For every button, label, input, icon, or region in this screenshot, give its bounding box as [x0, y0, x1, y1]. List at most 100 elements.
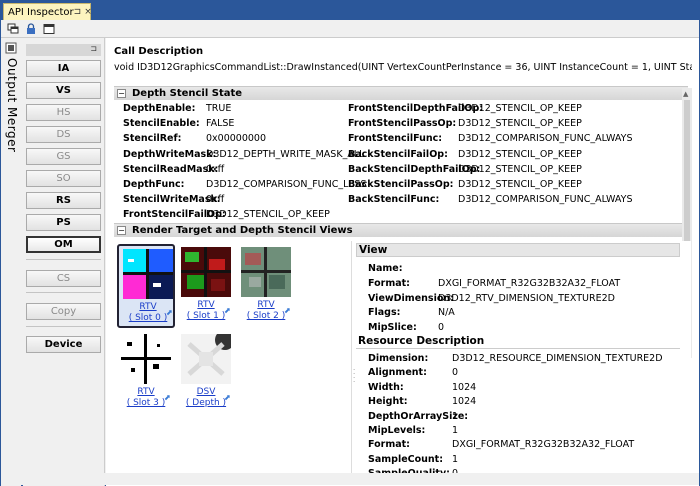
- stage-button-cs[interactable]: CS: [26, 270, 101, 287]
- close-icon[interactable]: ×: [84, 7, 92, 17]
- resource-field: Alignment: 0: [368, 367, 458, 378]
- depth-stencil-field: StencilRef: 0x00000000: [123, 133, 266, 144]
- sidebar-divider: [26, 292, 101, 293]
- depth-stencil-field: BackStencilPassOp: D3D12_STENCIL_OP_KEEP: [348, 179, 582, 190]
- depth-stencil-field: BackStencilFunc: D3D12_COMPARISON_FUNC_AL…: [348, 194, 633, 205]
- collapse-icon[interactable]: −: [117, 226, 126, 235]
- field-key: FrontStencilDepthFailOp:: [348, 103, 484, 114]
- field-value: D3D12_STENCIL_OP_KEEP: [458, 148, 582, 160]
- render-targets-section-header[interactable]: − Render Target and Depth Stencil Views: [114, 223, 688, 237]
- toolbar: [1, 20, 699, 38]
- stage-button-ds[interactable]: DS: [26, 126, 101, 143]
- view-section-title: View: [356, 243, 680, 257]
- depth-stencil-field: FrontStencilDepthFailOp:D3D12_STENCIL_OP…: [348, 103, 582, 114]
- render-target-preview[interactable]: [121, 334, 171, 384]
- stage-button-rs[interactable]: RS: [26, 192, 101, 209]
- render-target-thumbnails: RTV( Slot 0 ) ⬈ RTV( Slot 1 ) ⬈ RTV( Slot 2 …: [114, 241, 352, 483]
- depth-stencil-field: StencilWriteMask:0xff: [123, 194, 224, 205]
- field-value: 1024: [452, 381, 477, 393]
- link-icon[interactable]: ⬈: [164, 393, 171, 402]
- field-value: D3D12_STENCIL_OP_KEEP: [458, 163, 582, 175]
- call-description-title: Call Description: [114, 46, 204, 57]
- render-target-preview[interactable]: [181, 334, 231, 384]
- sidebar-divider: [26, 326, 101, 327]
- lock-icon[interactable]: [25, 22, 37, 35]
- window-icon[interactable]: [43, 23, 55, 35]
- link-icon[interactable]: ⬈: [166, 308, 173, 317]
- field-value: 0xff: [206, 194, 225, 206]
- stage-button-ps[interactable]: PS: [26, 214, 101, 231]
- link-icon[interactable]: ⬈: [224, 306, 231, 315]
- field-value: 1: [452, 410, 459, 422]
- link-icon[interactable]: ⬈: [284, 306, 291, 315]
- stage-button-copy[interactable]: Copy: [26, 303, 101, 320]
- field-value: D3D12_RTV_DIMENSION_TEXTURE2D: [438, 292, 615, 304]
- field-value: TRUE: [206, 103, 232, 114]
- depth-stencil-section-header[interactable]: − Depth Stencil State: [114, 86, 688, 100]
- resource-field: Width: 1024: [368, 382, 476, 393]
- render-target-preview[interactable]: [181, 247, 231, 297]
- view-field: Format: DXGI_FORMAT_R32G32B32A32_FLOAT: [368, 278, 620, 289]
- field-value: D3D12_COMPARISON_FUNC_ALWAYS: [458, 133, 633, 145]
- sidebar-divider: [26, 259, 101, 260]
- scroll-up-icon[interactable]: ▲: [683, 90, 688, 98]
- collapse-icon[interactable]: −: [117, 89, 126, 98]
- view-field: Name:: [368, 263, 438, 274]
- depth-stencil-field: StencilEnable: FALSE: [123, 118, 234, 129]
- thumbnail-rtv-0[interactable]: RTV( Slot 0 ) ⬈: [117, 244, 175, 328]
- depth-stencil-field: StencilReadMask:0xff: [123, 164, 224, 175]
- call-description-text: void ID3D12GraphicsCommandList::DrawInst…: [114, 62, 692, 73]
- stage-button-device[interactable]: Device: [26, 336, 101, 353]
- stage-button-gs[interactable]: GS: [26, 148, 101, 165]
- stage-button-so[interactable]: SO: [26, 170, 101, 187]
- field-key: BackStencilFailOp:: [348, 148, 448, 160]
- field-key: FrontStencilPassOp:: [348, 118, 457, 130]
- depth-stencil-field: DepthWriteMask:D3D12_DEPTH_WRITE_MASK_AL…: [123, 149, 364, 160]
- view-detail-panel: View Resource Description Name: Format: DX…: [356, 241, 691, 483]
- stage-button-hs[interactable]: HS: [26, 104, 101, 121]
- stage-button-ia[interactable]: IA: [26, 60, 101, 77]
- field-value: D3D12_COMPARISON_FUNC_LESS: [206, 179, 367, 190]
- field-key: StencilEnable:: [123, 118, 200, 130]
- vertical-tab-output-merger[interactable]: Output Merger: [1, 38, 21, 486]
- view-field: ViewDimension:D3D12_RTV_DIMENSION_TEXTUR…: [368, 293, 615, 304]
- thumbnail-rtv-3[interactable]: RTV( Slot 3 ) ⬈: [117, 331, 175, 415]
- field-value: 0xff: [206, 163, 225, 175]
- sidebar-pin-icon[interactable]: ⊐: [90, 44, 97, 53]
- render-target-preview[interactable]: [123, 249, 173, 299]
- field-value: N/A: [438, 307, 455, 319]
- copy-windows-icon[interactable]: [7, 23, 19, 35]
- field-key: StencilWriteMask:: [123, 194, 221, 206]
- pin-icon[interactable]: ⊐: [74, 7, 82, 17]
- field-key: BackStencilPassOp:: [348, 179, 454, 190]
- field-value: D3D12_RESOURCE_DIMENSION_TEXTURE2D: [452, 353, 663, 364]
- link-icon[interactable]: ⬈: [224, 393, 231, 402]
- depth-stencil-title: Depth Stencil State: [132, 88, 243, 99]
- resource-field: Height: 1024: [368, 396, 476, 407]
- view-field: Flags: N/A: [368, 307, 455, 318]
- field-key: FrontStencilFailOp:: [123, 209, 226, 221]
- tab-api-inspector[interactable]: API Inspector ⊐ ×: [3, 3, 92, 20]
- field-value: D3D12_COMPARISON_FUNC_ALWAYS: [458, 194, 633, 206]
- thumbnail-rtv-2[interactable]: RTV( Slot 2 ) ⬈: [237, 244, 295, 328]
- field-value: 1024: [452, 396, 477, 408]
- field-value: D3D12_STENCIL_OP_KEEP: [458, 179, 582, 190]
- thumbnail-rtv-1[interactable]: RTV( Slot 1 ) ⬈: [177, 244, 235, 328]
- pipeline-stages-sidebar: ⊐ IA VS HS DS GS SO RS PS OM CS Copy Device: [23, 38, 105, 486]
- view-field: MipSlice: 0: [368, 322, 444, 333]
- thumbnail-dsv-4[interactable]: DSV( Depth ) ⬈: [177, 331, 235, 415]
- render-target-preview[interactable]: [241, 247, 291, 297]
- stage-button-om[interactable]: OM: [26, 236, 101, 253]
- depth-stencil-field: BackStencilDepthFailOp:D3D12_STENCIL_OP_…: [348, 164, 582, 175]
- main-content: Call Description void ID3D12GraphicsComm…: [106, 38, 699, 486]
- field-key: StencilReadMask:: [123, 163, 219, 175]
- output-merger-icon: [5, 42, 17, 54]
- resource-field: Dimension: D3D12_RESOURCE_DIMENSION_TEXTU…: [368, 353, 663, 364]
- field-key: DepthOrArraySize:: [368, 410, 469, 422]
- vertical-tab-label: Output Merger: [5, 58, 19, 153]
- field-key: BackStencilFunc:: [348, 194, 440, 206]
- stage-button-vs[interactable]: VS: [26, 82, 101, 99]
- horizontal-scrollbar[interactable]: [1, 473, 699, 485]
- field-value: D3D12_STENCIL_OP_KEEP: [458, 103, 582, 114]
- api-inspector-window: API Inspector ⊐ × Output Merger ⊐ IA VS …: [0, 0, 700, 486]
